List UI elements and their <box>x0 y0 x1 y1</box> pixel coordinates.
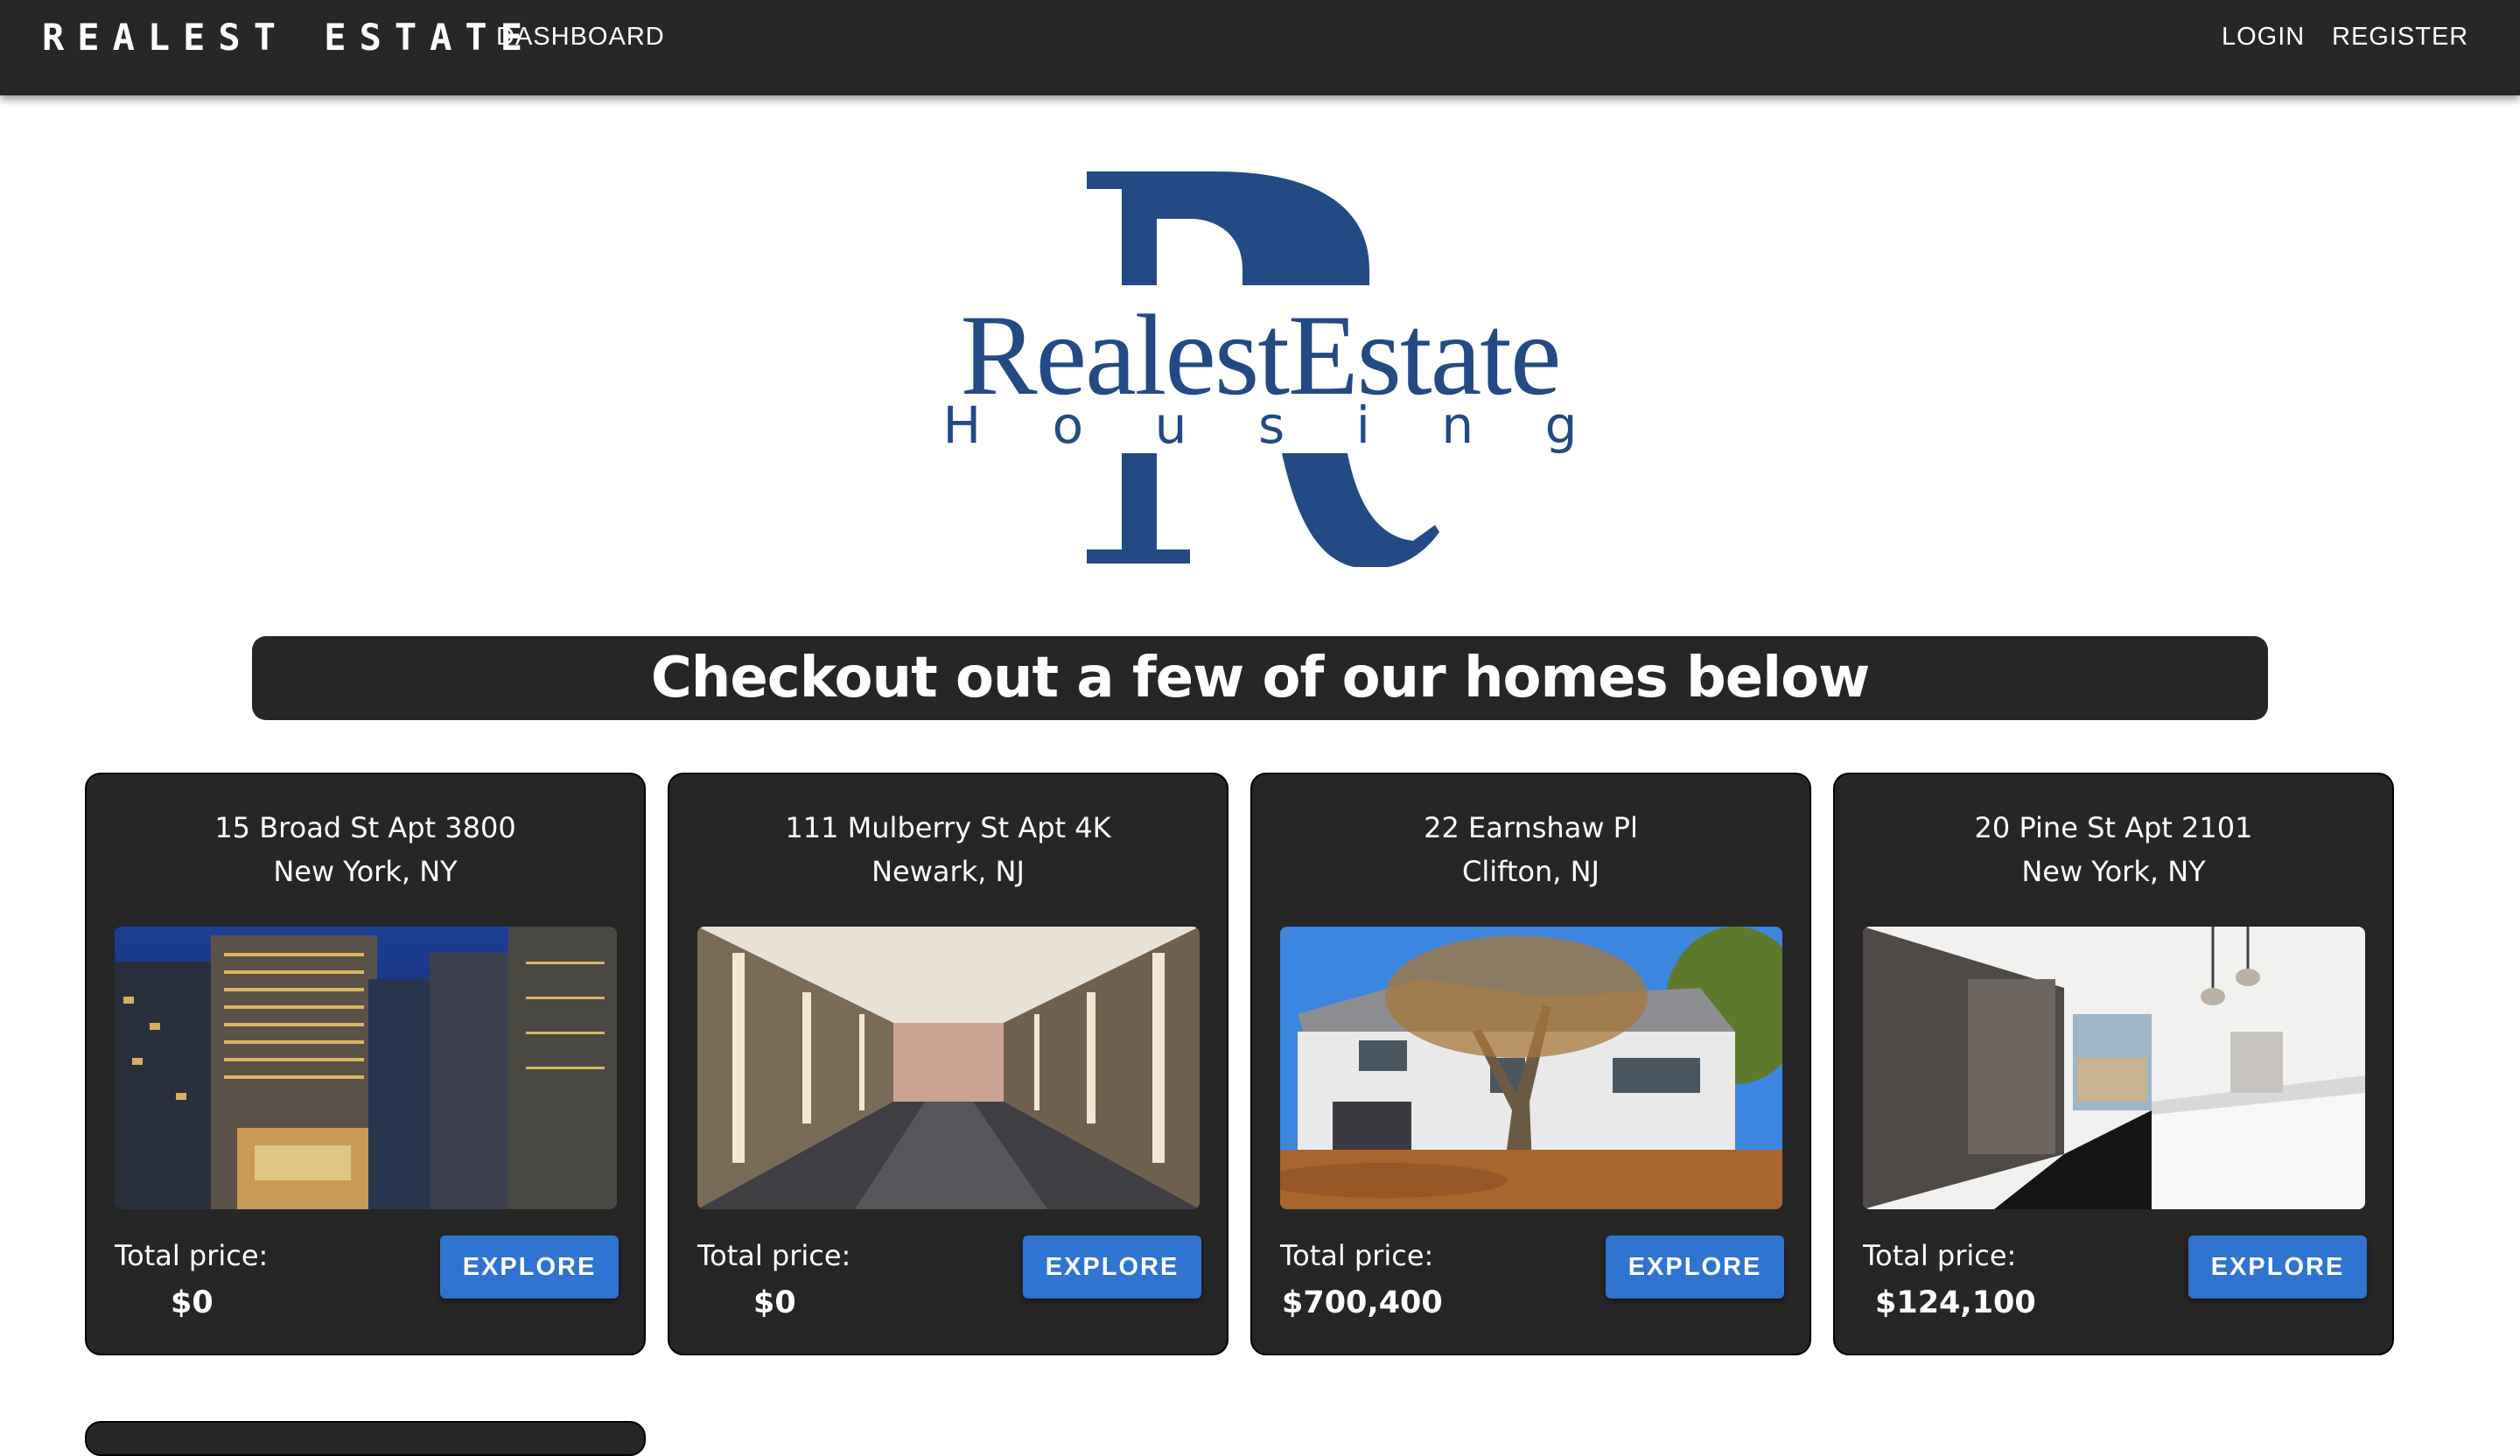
brand-logo-link[interactable]: REALEST ESTATE <box>42 16 536 60</box>
listing-street: 15 Broad St Apt 3800 <box>214 811 516 844</box>
listing-photo-house <box>1280 927 1782 1209</box>
listing-city: New York, NY <box>2021 855 2206 888</box>
nav-login-link[interactable]: LOGIN <box>2222 21 2305 52</box>
price-label: Total price: <box>1863 1239 2017 1272</box>
listing-photo-city-night <box>115 927 617 1209</box>
price-label: Total price: <box>697 1239 851 1272</box>
listing-address: 20 Pine St Apt 2101 New York, NY <box>1835 806 2392 893</box>
listing-city: Clifton, NJ <box>1462 855 1600 888</box>
listing-street: 20 Pine St Apt 2101 <box>1974 811 2253 844</box>
listing-city: Newark, NJ <box>872 855 1025 888</box>
top-navbar: REALEST ESTATE DASHBOARD LOGIN REGISTER <box>0 0 2520 95</box>
listing-card: 20 Pine St Apt 2101 New York, NY Total p… <box>1833 773 2394 1355</box>
nav-dashboard-link[interactable]: DASHBOARD <box>496 21 665 52</box>
price-value: $124,100 <box>1875 1285 2036 1320</box>
listing-card: 15 Broad St Apt 3800 New York, NY Total … <box>85 773 646 1355</box>
listing-card: 111 Mulberry St Apt 4K Newark, NJ Total … <box>668 773 1228 1355</box>
listing-address: 15 Broad St Apt 3800 New York, NY <box>87 806 644 893</box>
realestestate-housing-logo: RealestEstate H o u s i n g <box>943 172 1578 567</box>
homes-headline-banner: Checkout out a few of our homes below <box>252 636 2268 720</box>
price-label: Total price: <box>1280 1239 1434 1272</box>
explore-button[interactable]: EXPLORE <box>1023 1236 1201 1298</box>
price-value: $700,400 <box>1282 1285 1443 1320</box>
price-value: $0 <box>753 1285 796 1320</box>
listing-street: 22 Earnshaw Pl <box>1424 811 1638 844</box>
listing-photo-hallway <box>697 927 1200 1209</box>
listing-card: 22 Earnshaw Pl Clifton, NJ Total price: … <box>1250 773 1811 1355</box>
listing-street: 111 Mulberry St Apt 4K <box>785 811 1111 844</box>
nav-register-link[interactable]: REGISTER <box>2332 21 2468 52</box>
explore-button[interactable]: EXPLORE <box>440 1236 619 1298</box>
listing-address: 22 Earnshaw Pl Clifton, NJ <box>1252 806 1810 893</box>
price-value: $0 <box>171 1285 214 1320</box>
homes-headline: Checkout out a few of our homes below <box>650 646 1870 710</box>
listing-photo-kitchen <box>1863 927 2365 1209</box>
explore-button[interactable]: EXPLORE <box>1606 1236 1784 1298</box>
price-label: Total price: <box>115 1239 269 1272</box>
listing-address: 111 Mulberry St Apt 4K Newark, NJ <box>669 806 1227 893</box>
listing-city: New York, NY <box>273 855 458 888</box>
explore-button[interactable]: EXPLORE <box>2188 1236 2367 1298</box>
listing-card-partial <box>85 1421 646 1456</box>
